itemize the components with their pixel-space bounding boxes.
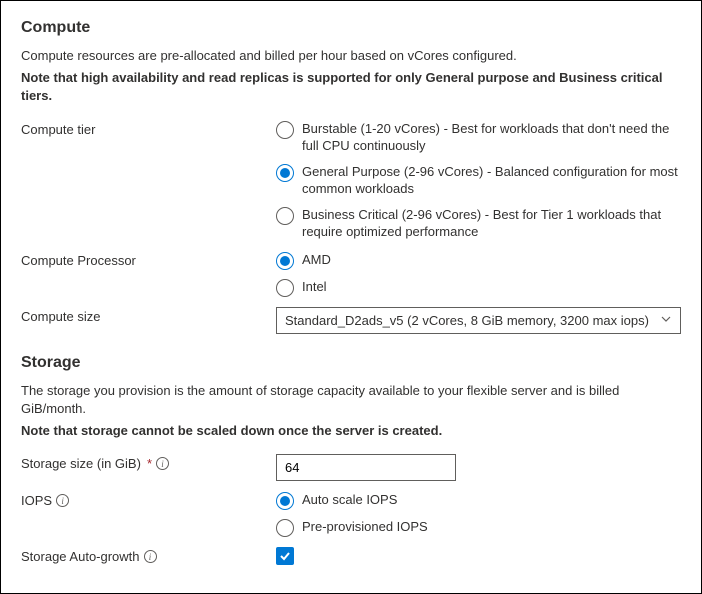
autogrowth-label-wrap: Storage Auto-growth i: [21, 547, 276, 564]
processor-amd-radio[interactable]: AMD: [276, 251, 681, 270]
compute-desc: Compute resources are pre-allocated and …: [21, 47, 681, 65]
storage-note: Note that storage cannot be scaled down …: [21, 422, 681, 440]
autogrowth-label: Storage Auto-growth: [21, 549, 140, 564]
radio-icon: [276, 279, 294, 297]
info-icon[interactable]: i: [156, 457, 169, 470]
iops-pre-label: Pre-provisioned IOPS: [302, 518, 428, 536]
iops-label: IOPS: [21, 493, 52, 508]
storage-size-label-wrap: Storage size (in GiB) * i: [21, 454, 276, 471]
tier-burstable-label: Burstable (1-20 vCores) - Best for workl…: [302, 120, 681, 155]
radio-icon: [276, 207, 294, 225]
tier-business-radio[interactable]: Business Critical (2-96 vCores) - Best f…: [276, 206, 681, 241]
radio-icon: [276, 492, 294, 510]
compute-size-select[interactable]: Standard_D2ads_v5 (2 vCores, 8 GiB memor…: [276, 307, 681, 334]
compute-note: Note that high availability and read rep…: [21, 69, 681, 105]
info-icon[interactable]: i: [56, 494, 69, 507]
radio-icon: [276, 252, 294, 270]
storage-desc: The storage you provision is the amount …: [21, 382, 681, 418]
compute-heading: Compute: [21, 19, 681, 37]
info-icon[interactable]: i: [144, 550, 157, 563]
processor-intel-radio[interactable]: Intel: [276, 278, 681, 297]
iops-auto-label: Auto scale IOPS: [302, 491, 397, 509]
storage-size-label: Storage size (in GiB): [21, 456, 141, 471]
processor-amd-label: AMD: [302, 251, 331, 269]
compute-size-value: Standard_D2ads_v5 (2 vCores, 8 GiB memor…: [285, 313, 649, 328]
tier-business-label: Business Critical (2-96 vCores) - Best f…: [302, 206, 681, 241]
radio-icon: [276, 519, 294, 537]
iops-pre-radio[interactable]: Pre-provisioned IOPS: [276, 518, 681, 537]
check-icon: [278, 549, 292, 563]
compute-processor-label: Compute Processor: [21, 251, 276, 268]
iops-auto-radio[interactable]: Auto scale IOPS: [276, 491, 681, 510]
storage-heading: Storage: [21, 354, 681, 372]
tier-burstable-radio[interactable]: Burstable (1-20 vCores) - Best for workl…: [276, 120, 681, 155]
tier-general-radio[interactable]: General Purpose (2-96 vCores) - Balanced…: [276, 163, 681, 198]
compute-tier-label: Compute tier: [21, 120, 276, 137]
tier-general-label: General Purpose (2-96 vCores) - Balanced…: [302, 163, 681, 198]
storage-size-input[interactable]: [276, 454, 456, 481]
processor-intel-label: Intel: [302, 278, 327, 296]
radio-icon: [276, 121, 294, 139]
radio-icon: [276, 164, 294, 182]
chevron-down-icon: [660, 313, 672, 328]
iops-label-wrap: IOPS i: [21, 491, 276, 508]
required-star-icon: *: [147, 456, 152, 471]
compute-size-label: Compute size: [21, 307, 276, 324]
autogrowth-checkbox[interactable]: [276, 547, 294, 565]
